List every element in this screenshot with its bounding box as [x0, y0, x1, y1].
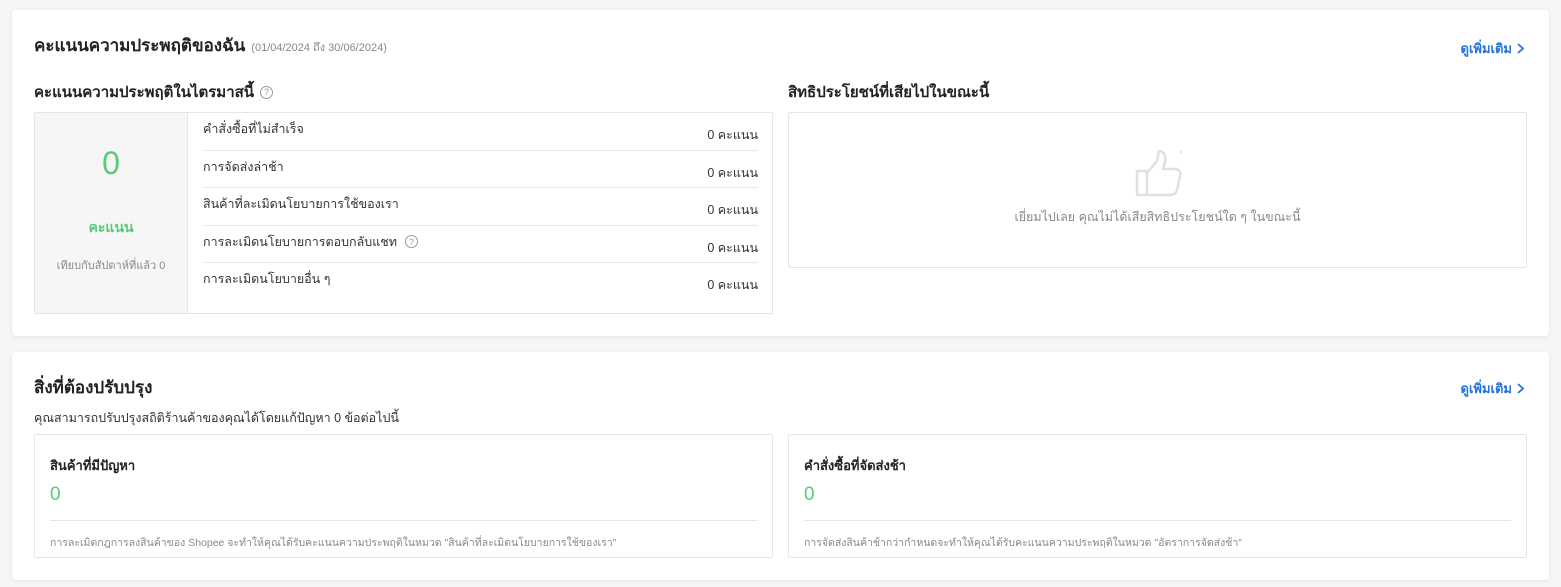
chevron-right-icon [1517, 43, 1525, 54]
score-row-value: 0 คะแนน [707, 128, 758, 142]
performance-card: คะแนนความประพฤติของฉัน (01/04/2024 ถึง 30… [12, 10, 1549, 336]
performance-title-text: คะแนนความประพฤติของฉัน [34, 36, 246, 55]
benefits-empty-message: เยี่ยมไปเลย คุณไม่ได้เสียสิทธิประโยชน์ใด… [1014, 210, 1301, 224]
improve-subtitle: คุณสามารถปรับปรุงสถิติร้านค้าของคุณได้โด… [34, 411, 399, 425]
recent-score-title-text: คะแนนความประพฤติในไตรมาสนี้ [34, 84, 255, 101]
late-orders-card[interactable]: คำสั่งซื้อที่จัดส่งช้า 0 การจัดส่งสินค้า… [788, 434, 1527, 558]
score-breakdown-list: คำสั่งซื้อที่ไม่สำเร็จ 0 คะแนน การจัดส่ง… [203, 113, 758, 301]
benefits-box: เยี่ยมไปเลย คุณไม่ได้เสียสิทธิประโยชน์ใด… [788, 112, 1527, 268]
score-row-other-violations: การละเมิดนโยบายอื่น ๆ 0 คะแนน [203, 263, 758, 301]
recent-score-title: คะแนนความประพฤติในไตรมาสนี้ ? [34, 80, 274, 104]
issue-card-count: 0 [804, 484, 815, 505]
more-link-label: ดูเพิ่มเติม [1460, 41, 1512, 56]
date-range: (01/04/2024 ถึง 30/06/2024) [251, 42, 387, 54]
score-row-value: 0 คะแนน [707, 278, 758, 293]
issue-card-title: สินค้าที่มีปัญหา [50, 458, 136, 473]
score-summary: 0 คะแนน เทียบกับสัปดาห์ที่แล้ว 0 [35, 113, 188, 313]
score-row-label: การละเมิดนโยบายอื่น ๆ [203, 272, 331, 287]
total-score-unit: คะแนน [88, 219, 134, 235]
score-row-listing-violations: สินค้าที่ละเมิดนโยบายการใช้ของเรา 0 คะแน… [203, 188, 758, 226]
issue-card-note: การละเมิดกฎการลงสินค้าของ Shopee จะทำให้… [50, 537, 617, 549]
score-box: 0 คะแนน เทียบกับสัปดาห์ที่แล้ว 0 คำสั่งซ… [34, 112, 773, 314]
divider [804, 520, 1511, 521]
improve-more-link[interactable]: ดูเพิ่มเติม [1461, 378, 1525, 399]
thumbs-up-icon [1135, 149, 1183, 197]
score-row-late-shipment: การจัดส่งล่าช้า 0 คะแนน [203, 151, 758, 189]
score-compare-text: เทียบกับสัปดาห์ที่แล้ว 0 [56, 260, 166, 272]
problem-products-card[interactable]: สินค้าที่มีปัญหา 0 การละเมิดกฎการลงสินค้… [34, 434, 773, 558]
improve-title: สิ่งที่ต้องปรับปรุง [34, 378, 153, 397]
performance-more-link[interactable]: ดูเพิ่มเติม [1461, 38, 1525, 59]
score-row-label: คำสั่งซื้อที่ไม่สำเร็จ [203, 122, 304, 136]
score-row-value: 0 คะแนน [707, 203, 758, 218]
issue-card-count: 0 [50, 484, 61, 505]
benefits-title: สิทธิประโยชน์ที่เสียไปในขณะนี้ [788, 84, 990, 101]
score-row-value: 0 คะแนน [707, 165, 758, 180]
score-row-label: การละเมิดนโยบายการตอบกลับแชท [203, 234, 397, 249]
score-row-chat-violations: การละเมิดนโยบายการตอบกลับแชท ? 0 คะแนน [203, 226, 758, 264]
more-link-label: ดูเพิ่มเติม [1460, 381, 1512, 396]
help-icon[interactable]: ? [260, 85, 274, 99]
help-icon[interactable]: ? [404, 235, 418, 249]
chevron-right-icon [1517, 383, 1525, 394]
score-row-failed-orders: คำสั่งซื้อที่ไม่สำเร็จ 0 คะแนน [203, 113, 758, 151]
total-score-value: 0 [102, 145, 120, 181]
issue-card-title: คำสั่งซื้อที่จัดส่งช้า [804, 458, 906, 473]
score-row-label: การจัดส่งล่าช้า [203, 159, 284, 174]
performance-title: คะแนนความประพฤติของฉัน (01/04/2024 ถึง 30… [34, 32, 387, 59]
improve-card: สิ่งที่ต้องปรับปรุง ดูเพิ่มเติม คุณสามาร… [12, 352, 1549, 580]
issue-card-note: การจัดส่งสินค้าช้ากว่ากำหนดจะทำให้คุณได้… [804, 537, 1242, 549]
divider [50, 520, 757, 521]
score-row-value: 0 คะแนน [707, 240, 758, 255]
score-row-label: สินค้าที่ละเมิดนโยบายการใช้ของเรา [203, 197, 399, 212]
